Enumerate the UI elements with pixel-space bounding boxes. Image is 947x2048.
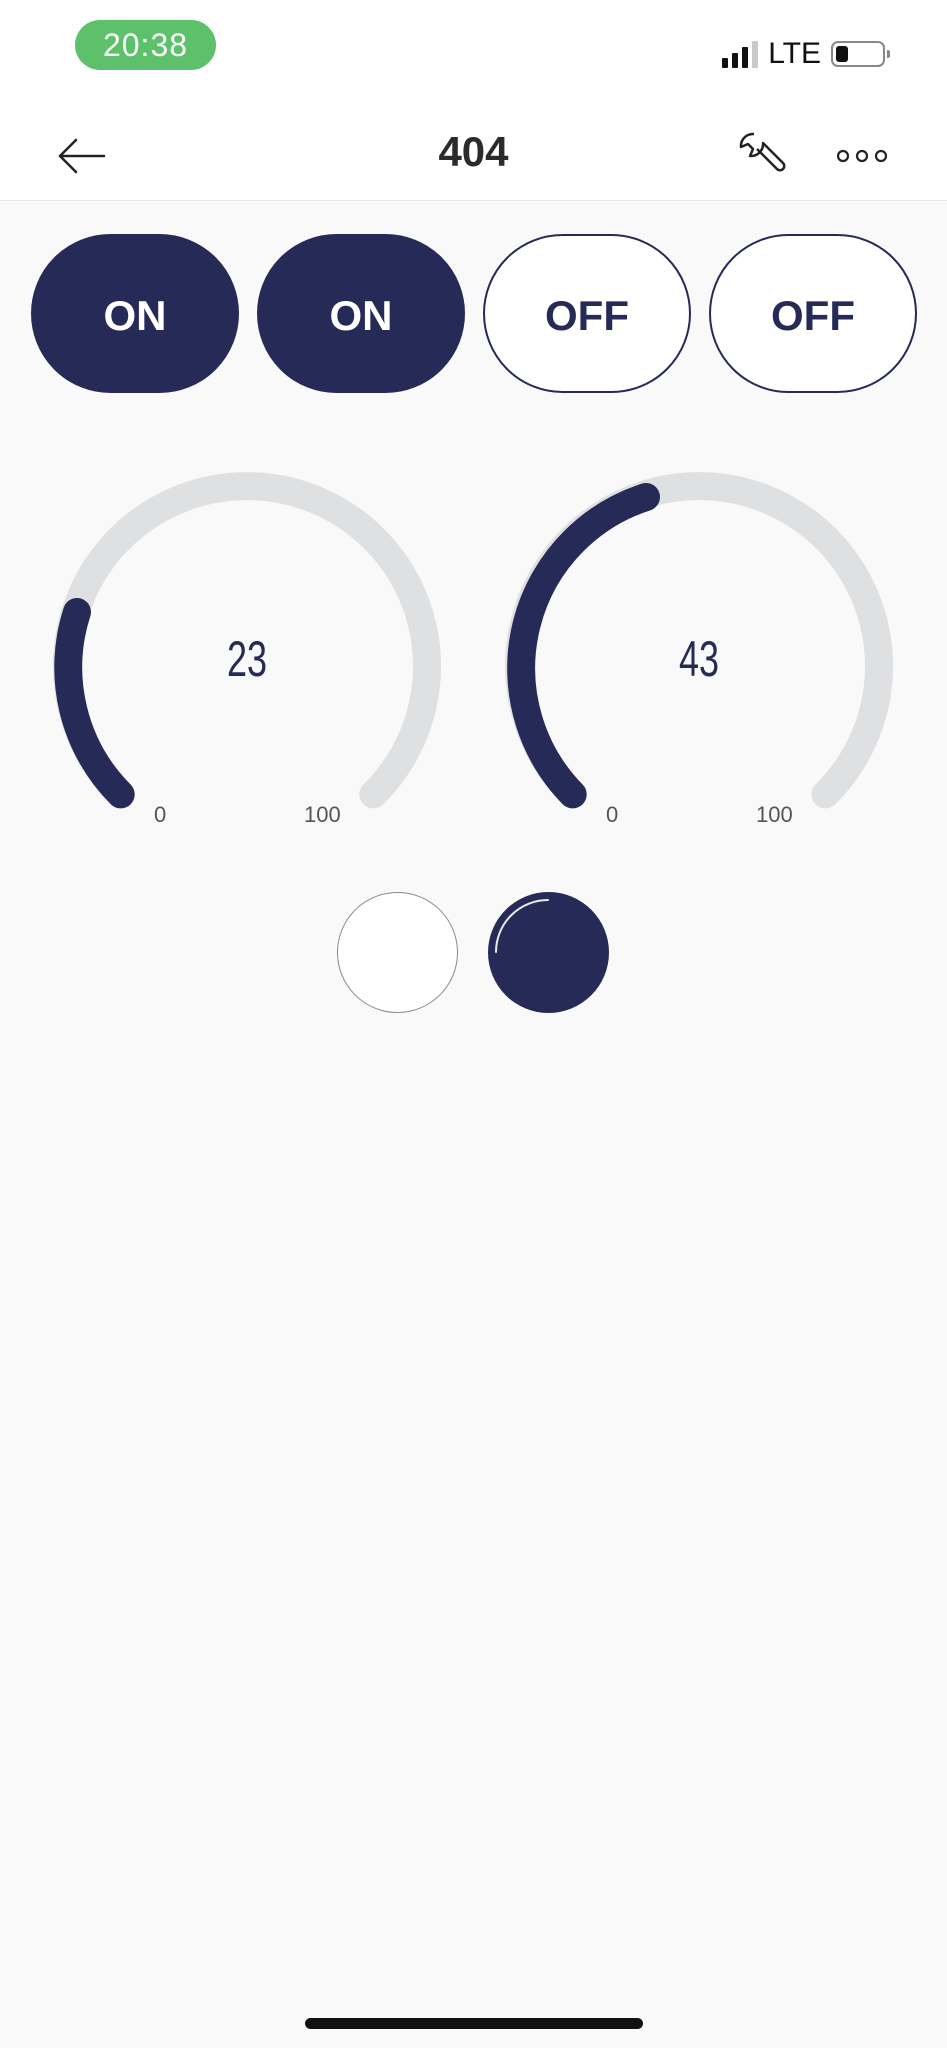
status-time: 20:38: [75, 20, 216, 70]
battery-icon: [831, 41, 890, 67]
signal-icon: [722, 40, 759, 68]
gauge-min-label: 0: [154, 802, 167, 827]
gauge-min-label: 0: [606, 802, 619, 827]
led-indicator-off: [337, 892, 458, 1013]
wrench-icon: [739, 132, 786, 172]
switch-button-1[interactable]: ON: [31, 234, 239, 393]
page-title: 404: [438, 128, 509, 175]
more-dots-icon: [836, 149, 888, 163]
switch-button-4[interactable]: OFF: [709, 234, 917, 393]
nav-bar: 404: [0, 110, 947, 201]
gauge-value: 23: [226, 631, 268, 687]
gauge-1: 23 0 100: [37, 460, 457, 830]
network-type: LTE: [768, 37, 821, 70]
switch-button-2[interactable]: ON: [257, 234, 465, 393]
more-button[interactable]: [836, 144, 888, 168]
gauge-max-label: 100: [304, 802, 341, 827]
status-bar: 20:38 LTE: [0, 0, 947, 110]
home-indicator: [305, 2018, 643, 2029]
switch-row: ON ON OFF OFF: [31, 234, 917, 393]
gauge-value: 43: [678, 631, 720, 687]
gauge-max-label: 100: [756, 802, 793, 827]
led-indicator-on: [488, 892, 609, 1013]
switch-button-3[interactable]: OFF: [483, 234, 691, 393]
settings-button[interactable]: [736, 130, 788, 182]
gauge-2: 43 0 100: [489, 460, 909, 830]
status-indicators: LTE: [722, 34, 890, 74]
